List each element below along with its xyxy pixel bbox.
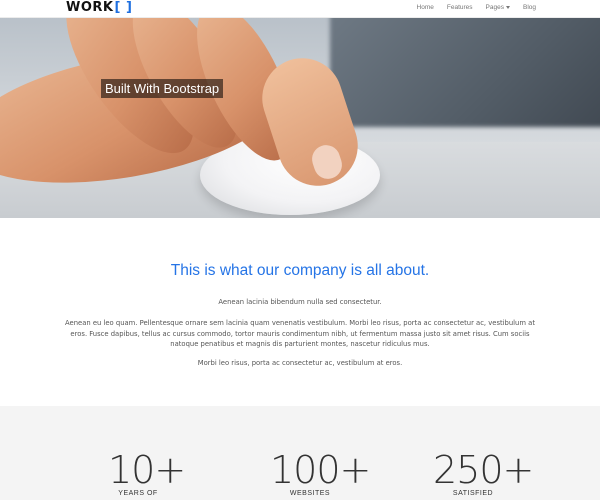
nav-item-pages-label: Pages — [485, 4, 504, 11]
stat-years: 10+ YEARS OF — [108, 448, 186, 497]
nav-item-pages[interactable]: Pages — [486, 4, 510, 11]
stat-satisfied: 250+ SATISFIED — [433, 448, 534, 497]
hero-title: Built With Bootstrap — [101, 79, 224, 98]
nav-item-home[interactable]: Home — [417, 4, 434, 11]
stat-number: 250+ — [433, 448, 534, 492]
nav-menu: Home Features Pages Blog — [417, 4, 536, 11]
chevron-down-icon — [505, 5, 510, 9]
nav-item-features[interactable]: Features — [447, 4, 473, 11]
logo-bracket: [ ] — [114, 0, 133, 15]
about-paragraph-3: Morbi leo risus, porta ac consectetur ac… — [197, 359, 403, 367]
logo[interactable]: WORK[ ] — [66, 1, 132, 15]
about-section: This is what our company is all about. A… — [0, 218, 600, 406]
stat-websites: 100+ WEBSITES — [270, 448, 371, 497]
navbar: WORK[ ] Home Features Pages Blog — [0, 0, 600, 18]
about-paragraph-1: Aenean lacinia bibendum nulla sed consec… — [218, 298, 382, 306]
stat-number: 10+ — [108, 448, 186, 492]
about-paragraph-2: Aenean eu leo quam. Pellentesque ornare … — [65, 319, 535, 348]
stats-section: 10+ YEARS OF 100+ WEBSITES 250+ SATISFIE… — [0, 406, 600, 500]
stat-number: 100+ — [270, 448, 371, 492]
hero-banner: Built With Bootstrap — [0, 17, 600, 218]
nav-item-blog[interactable]: Blog — [523, 4, 536, 11]
logo-text: WORK — [66, 0, 114, 15]
hero-bg-keyboard — [330, 17, 600, 127]
about-heading: This is what our company is all about. — [170, 262, 430, 279]
